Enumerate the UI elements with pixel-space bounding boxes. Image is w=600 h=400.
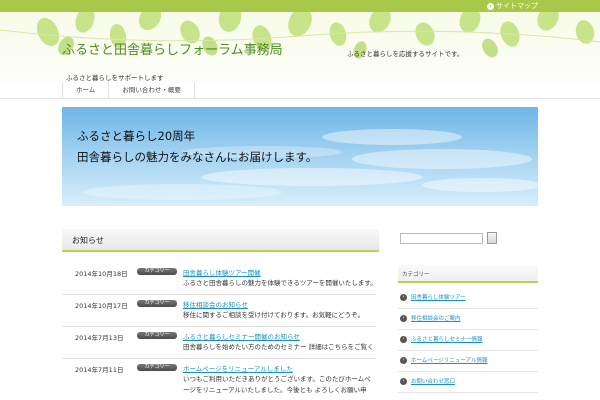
search-input[interactable]	[400, 233, 483, 244]
category-badge[interactable]: カテゴリー	[137, 364, 177, 371]
sitemap-link[interactable]: › サイトマップ	[487, 1, 538, 11]
sidebar-heading-text: カテゴリー	[402, 272, 430, 278]
news-item: 2014年7月13日 カテゴリー ふるさと暮らしセミナー開催のお知らせ 田舎暮ら…	[62, 332, 376, 359]
news-excerpt: ふるさと田舎暮らしの魅力を体験できるツアーを開催いたします。ぜひご参加ください。	[183, 279, 373, 287]
arrow-right-icon: ›	[487, 2, 494, 10]
arrow-right-icon: ›	[400, 294, 407, 301]
news-item: 2014年10月17日 カテゴリー 移住相談会のお知らせ 移住に関するご相談を受…	[62, 300, 376, 327]
news-title-link[interactable]: ホームページをリニューアルしました	[183, 363, 293, 373]
sidebar-link[interactable]: ふるさと暮らしセミナー情報	[411, 335, 483, 343]
sidebar-link-item[interactable]: › 田舎暮らし体験ツアー	[398, 288, 538, 309]
news-heading: お知らせ	[62, 229, 379, 252]
news-title-link[interactable]: 移住相談会のお知らせ	[183, 299, 248, 309]
category-badge[interactable]: カテゴリー	[137, 332, 177, 339]
header-description: ふるさと暮らしを応援するサイトです。	[347, 50, 464, 58]
news-excerpt: 田舎暮らしを始めたい方のためのセミナー 詳細はこちらをご覧ください ぜひご参加を…	[183, 343, 373, 351]
news-excerpt: 移住に関するご相談を受け付けております。お気軽にどうぞ。	[183, 311, 365, 319]
sidebar-link-item[interactable]: › ホームページリニューアル情報	[398, 351, 538, 372]
news-title-link[interactable]: 田舎暮らし体験ツアー開催	[183, 267, 261, 277]
arrow-right-icon: ›	[400, 315, 407, 322]
news-date: 2014年10月18日	[75, 270, 128, 278]
sidebar-link[interactable]: 移住相談会のご案内	[411, 314, 461, 322]
sidebar-heading: カテゴリー	[398, 265, 538, 283]
global-nav: ホーム お問い合わせ・概要	[0, 82, 600, 99]
arrow-right-icon: ›	[400, 336, 407, 343]
site-title[interactable]: ふるさと田舎暮らしフォーラム事務局	[62, 39, 283, 58]
arrow-right-icon: ›	[400, 357, 407, 364]
site-tagline: ふるさと暮らしをサポートします	[66, 74, 164, 82]
hero-banner: ふるさと暮らし20周年 田舎暮らしの魅力をみなさんにお届けします。	[62, 107, 538, 206]
news-heading-text: お知らせ	[72, 236, 104, 245]
nav-item-contact[interactable]: お問い合わせ・概要	[109, 82, 195, 99]
sidebar-link-item[interactable]: › ふるさと暮らしセミナー情報	[398, 330, 538, 351]
site-header: ふるさと田舎暮らしフォーラム事務局 ふるさと暮らしを応援するサイトです。 ふるさ…	[0, 12, 600, 82]
sitemap-label: サイトマップ	[496, 2, 538, 10]
category-badge[interactable]: カテゴリー	[137, 268, 177, 275]
hero-heading-line-1: ふるさと暮らし20周年	[77, 129, 196, 143]
sidebar-link[interactable]: ホームページリニューアル情報	[411, 356, 487, 364]
hero-heading-line-2: 田舎暮らしの魅力をみなさんにお届けします。	[77, 150, 318, 164]
news-date: 2014年7月13日	[75, 334, 124, 342]
news-date: 2014年10月17日	[75, 302, 128, 310]
news-date: 2014年7月11日	[75, 366, 124, 374]
page: › サイトマップ ふるさと田舎暮らしフォーラム事務局 ふるさと暮らしを応援するサ…	[0, 0, 600, 400]
sidebar-link[interactable]: お問い合わせ窓口	[411, 377, 455, 385]
sidebar-link[interactable]: 田舎暮らし体験ツアー	[411, 293, 466, 301]
category-badge[interactable]: カテゴリー	[137, 300, 177, 307]
news-item: 2014年7月11日 カテゴリー ホームページをリニューアルしました いつもご利…	[62, 364, 376, 398]
news-title-link[interactable]: ふるさと暮らしセミナー開催のお知らせ	[183, 331, 300, 341]
top-bar: › サイトマップ	[0, 0, 600, 12]
arrow-right-icon: ›	[400, 378, 407, 385]
sidebar-link-item[interactable]: › 移住相談会のご案内	[398, 309, 538, 330]
sidebar-link-item[interactable]: › お問い合わせ窓口	[398, 372, 538, 393]
nav-item-home[interactable]: ホーム	[62, 82, 110, 99]
news-excerpt: いつもご利用いただきありがとうございます。このたびホームページをリニューアルいた…	[183, 375, 371, 394]
nav-items: ホーム お問い合わせ・概要	[62, 82, 195, 99]
search-button[interactable]	[487, 232, 497, 244]
news-item: 2014年10月18日 カテゴリー 田舎暮らし体験ツアー開催 ふるさと田舎暮らし…	[62, 268, 376, 295]
